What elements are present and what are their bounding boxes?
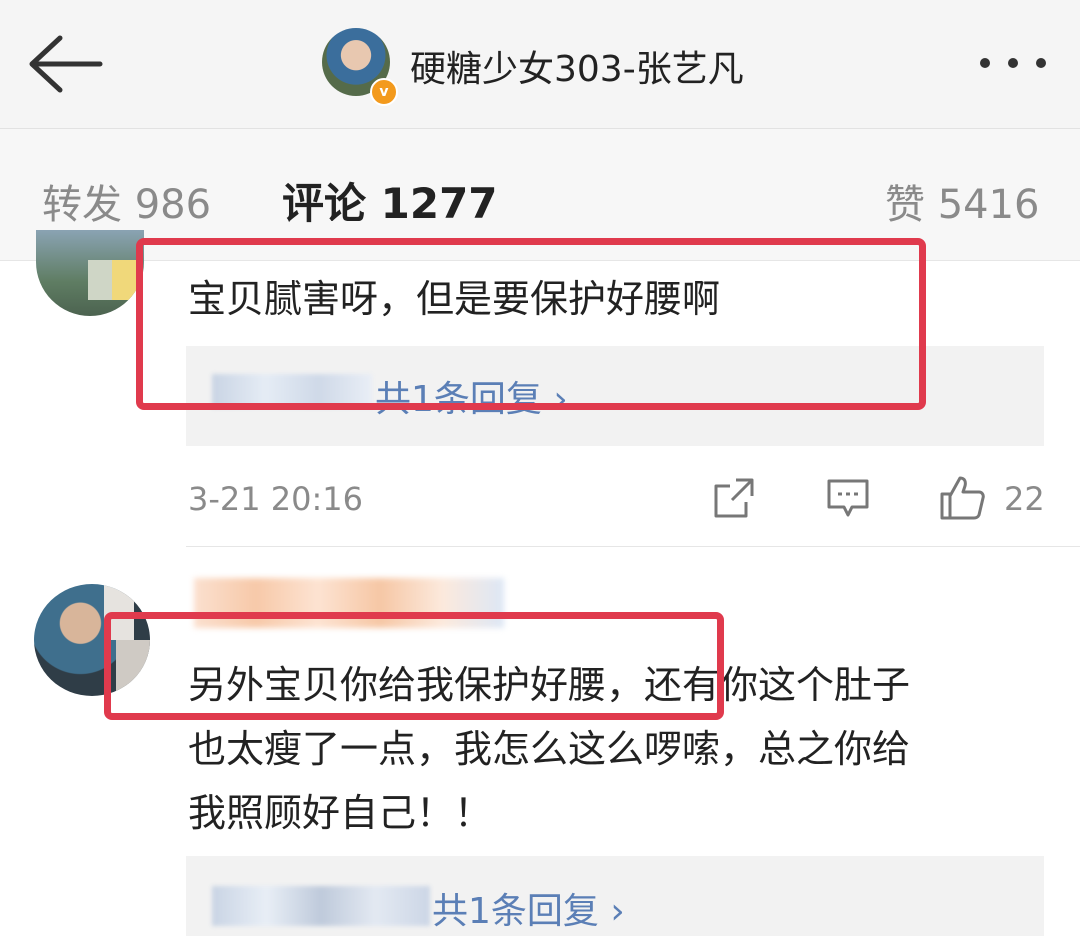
page-title[interactable]: 硬糖少女303-张艺凡 [410,40,744,92]
commenter-avatar[interactable] [36,230,144,316]
more-icon[interactable] [976,50,1052,76]
tab-repost[interactable]: 转发 986 [42,172,211,230]
like-count: 22 [1004,480,1045,518]
comment-timestamp: 3-21 20:16 [188,480,364,518]
comment-text-line: 我照顾好自己！！ [188,791,493,835]
thumbs-up-icon[interactable] [938,474,986,522]
blurred-username [212,886,430,926]
tab-comment[interactable]: 评论 1277 [282,170,498,231]
highlight-box [136,238,926,410]
comment-icon[interactable] [826,476,870,520]
divider [186,546,1080,547]
verified-badge: v [370,78,398,106]
comment-text-line: 也太瘦了一点，我怎么这么啰嗦，总之你给 [188,727,911,771]
back-arrow-icon[interactable] [26,34,106,94]
highlight-box [104,612,724,720]
share-icon[interactable] [712,476,756,520]
tab-likes[interactable]: 赞 5416 [885,172,1040,230]
view-replies-link[interactable]: 共1条回复 › [432,882,625,934]
